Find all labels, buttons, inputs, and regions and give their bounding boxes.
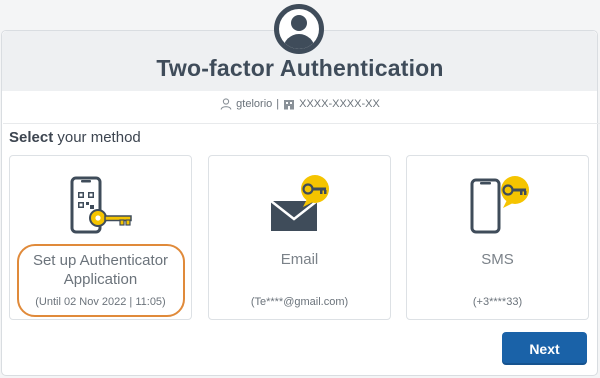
next-button[interactable]: Next (502, 332, 587, 365)
page-title: Two-factor Authentication (156, 55, 444, 81)
method-detail: (+3****33) (472, 296, 523, 308)
method-card-email[interactable]: Email (Te****@gmail.com) (208, 155, 391, 320)
select-method-label: Select your method (9, 129, 141, 146)
username: gtelorio (236, 98, 273, 110)
selection-highlight-ring (17, 244, 185, 317)
account-id: XXXX-XXXX-XX (299, 98, 380, 110)
building-icon (284, 100, 295, 110)
method-detail: (Te****@gmail.com) (250, 296, 349, 308)
select-label-bold: Select (9, 129, 54, 146)
select-label-rest: your method (53, 129, 141, 146)
envelope-key-icon (270, 175, 329, 231)
account-info-line: gtelorio | XXXX-XXXX-XX (0, 96, 600, 112)
user-outline-icon (220, 98, 232, 110)
method-title: SMS (481, 251, 514, 268)
user-avatar-icon (274, 4, 324, 54)
info-separator: | (276, 98, 280, 110)
method-title: Email (280, 251, 319, 268)
phone-key-icon (470, 176, 529, 234)
method-card-sms[interactable]: SMS (+3****33) (406, 155, 589, 320)
header-divider (3, 123, 600, 124)
phone-qr-key-icon (70, 176, 132, 234)
